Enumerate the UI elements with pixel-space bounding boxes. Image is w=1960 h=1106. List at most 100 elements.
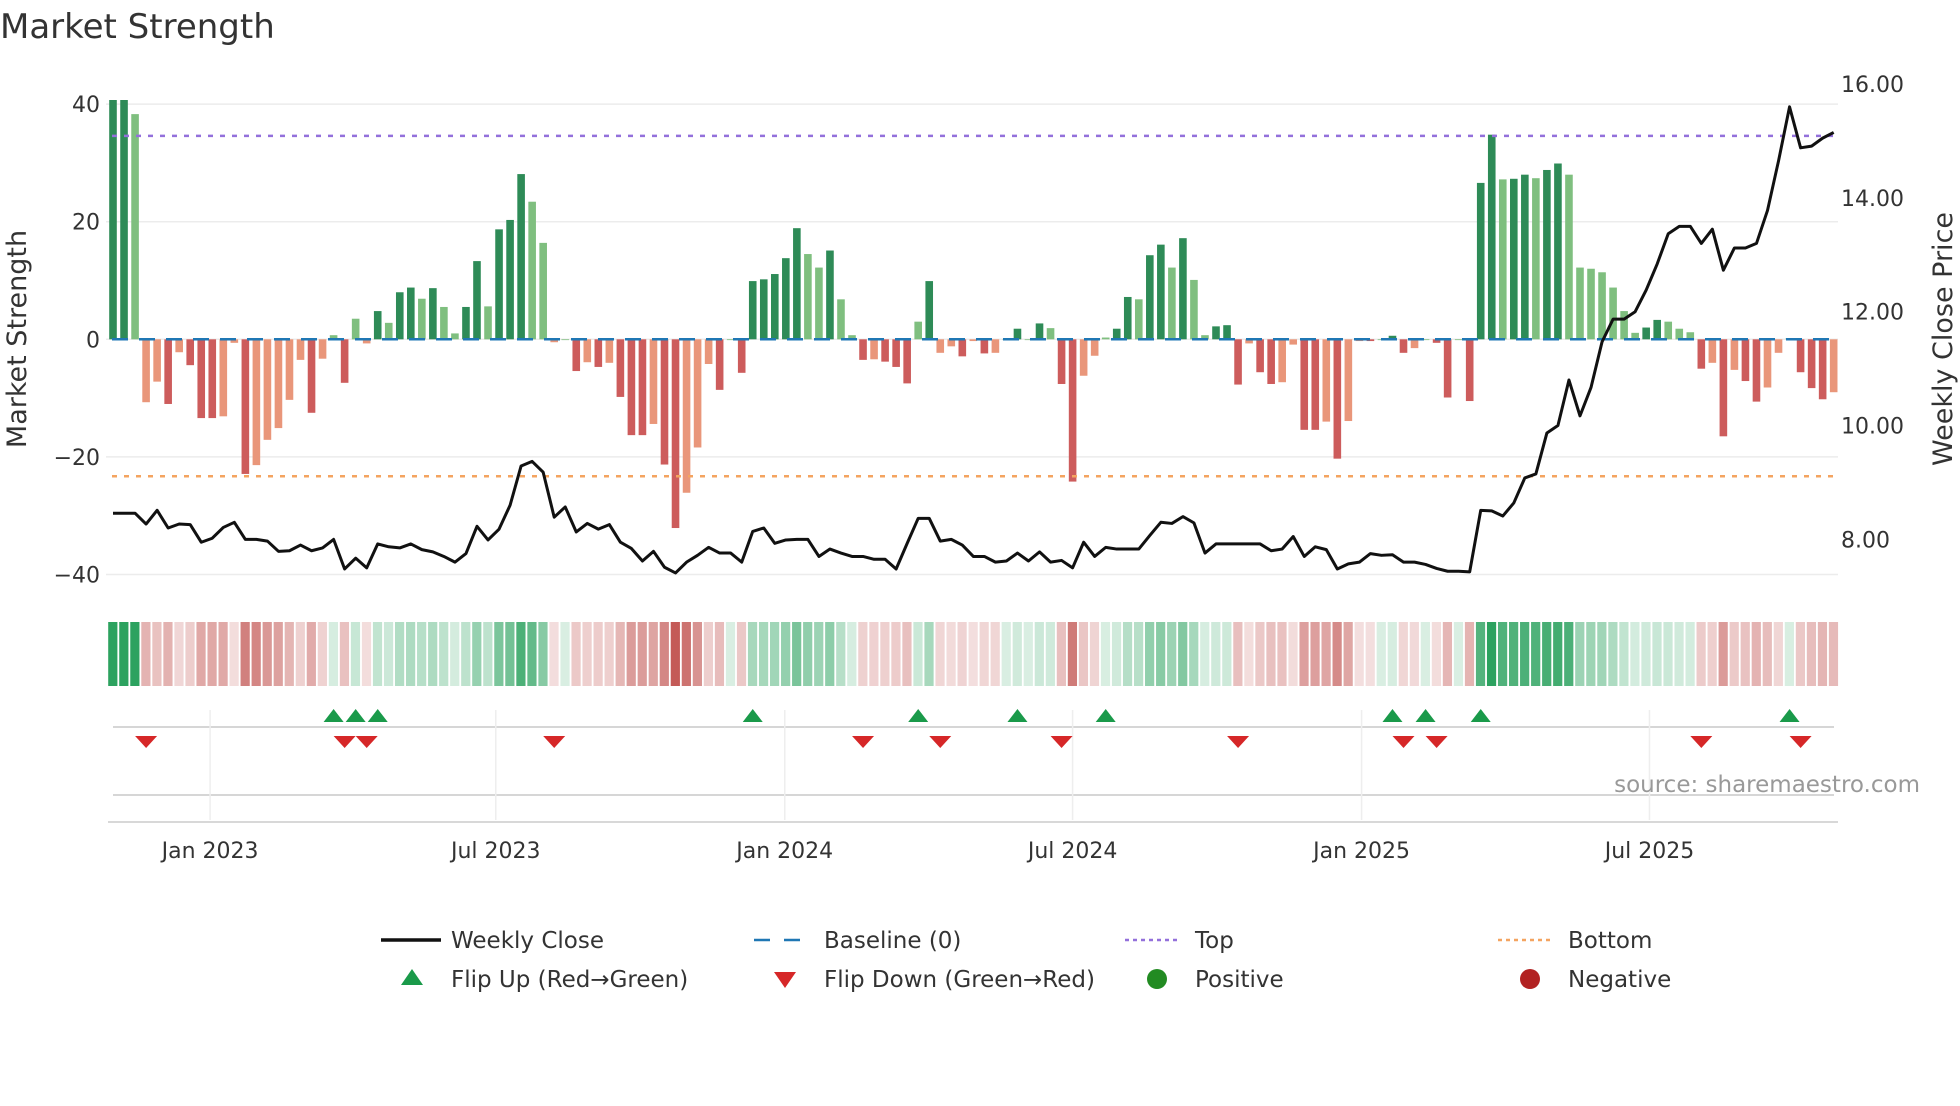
- heatmap-cell: [240, 622, 250, 686]
- heatmap-cell: [1641, 622, 1651, 686]
- strength-bar: [627, 339, 636, 436]
- heatmap-cell: [615, 622, 625, 686]
- heatmap-cell: [1497, 622, 1508, 686]
- strength-bar: [197, 339, 206, 419]
- flip-down-marker: [543, 736, 566, 748]
- heatmap-cell: [461, 622, 471, 686]
- strength-bar: [1443, 339, 1452, 398]
- heatmap-cell: [450, 622, 460, 686]
- heatmap-cell: [372, 622, 383, 686]
- heatmap-cell: [781, 622, 791, 686]
- strength-bar: [1609, 287, 1617, 340]
- heatmap-cell: [130, 622, 140, 686]
- flip-up-marker: [1382, 709, 1403, 722]
- heatmap-cell: [990, 622, 1000, 686]
- strength-bar: [1190, 279, 1198, 340]
- heatmap-cell: [1189, 622, 1199, 686]
- heatmap-cell: [736, 622, 747, 686]
- heatmap-cell: [1387, 622, 1397, 686]
- heatmap-cell: [328, 622, 338, 686]
- heatmap-cell: [924, 622, 934, 686]
- heatmap-cell: [361, 622, 372, 686]
- heatmap-cell: [604, 622, 614, 686]
- strength-bar: [1079, 339, 1088, 376]
- strength-bar: [1168, 267, 1176, 340]
- heatmap-cell: [141, 622, 151, 686]
- heatmap-cell: [1453, 622, 1464, 686]
- strength-bar: [1046, 328, 1055, 340]
- heatmap-cell: [560, 622, 570, 686]
- flip-down-marker: [929, 736, 952, 748]
- strength-bar: [1234, 339, 1242, 385]
- strength-bar: [660, 339, 669, 465]
- y-tick-label: 20: [72, 211, 100, 236]
- heatmap-cell: [725, 622, 736, 686]
- heatmap-cell: [1111, 622, 1122, 686]
- legend-triangle-up-icon: [401, 969, 423, 985]
- heatmap-cell: [1431, 622, 1441, 686]
- strength-bar: [715, 339, 724, 390]
- heatmap-cell: [1277, 622, 1287, 686]
- heatmap-cell: [1773, 622, 1783, 686]
- heatmap-cell: [1817, 622, 1828, 686]
- left-axis-ticks: 40 20 0 −20 −40: [54, 93, 100, 588]
- heatmap-cell: [648, 622, 658, 686]
- heatmap-cell: [1652, 622, 1662, 686]
- heatmap-cell: [913, 622, 923, 686]
- heatmap-cell: [758, 622, 769, 686]
- strength-bar: [1741, 339, 1750, 382]
- strength-bar: [1465, 339, 1474, 402]
- heatmap-cell: [1288, 622, 1298, 686]
- strength-bar: [153, 339, 161, 382]
- heatmap-cell: [1520, 622, 1530, 686]
- heatmap-cell: [1034, 622, 1044, 686]
- y-tick-label: −40: [54, 563, 100, 588]
- heatmap-cell: [1740, 622, 1750, 686]
- heatmap-cell: [847, 622, 857, 686]
- legend-label: Weekly Close: [451, 928, 604, 954]
- strength-bar: [1289, 339, 1298, 345]
- heatmap-cell: [262, 622, 272, 686]
- heatmap-cell: [593, 622, 603, 686]
- strength-bar: [837, 299, 845, 340]
- legend-triangle-down-icon: [774, 972, 796, 988]
- heatmap-cell: [571, 622, 581, 686]
- strength-bar: [1510, 178, 1518, 340]
- strength-bar: [142, 339, 150, 403]
- strength-bar: [462, 306, 470, 340]
- legend: Weekly Close Baseline (0) Top Bottom Flip Up…: [381, 928, 1671, 993]
- heatmap-cell: [229, 622, 239, 686]
- strength-bar: [506, 219, 514, 340]
- flip-down-marker: [1392, 736, 1415, 748]
- heatmap-cell: [1233, 622, 1243, 686]
- strength-bar: [1278, 339, 1286, 383]
- strength-bar: [1576, 267, 1584, 340]
- y-tick-label: 40: [72, 93, 100, 118]
- heatmap-cell: [1067, 622, 1078, 686]
- heatmap-cell: [439, 622, 449, 686]
- strength-bar: [1719, 339, 1728, 437]
- strength-bar: [1223, 325, 1231, 340]
- strength-bar: [219, 339, 228, 417]
- heatmap-cell: [1089, 622, 1100, 686]
- strength-bar: [495, 229, 503, 340]
- strength-bar: [1399, 339, 1408, 353]
- heatmap-cell: [295, 622, 305, 686]
- heatmap-cell: [582, 622, 592, 686]
- heatmap-cell: [1343, 622, 1353, 686]
- heatmap-cell: [626, 622, 636, 686]
- heatmap-cell: [1630, 622, 1640, 686]
- heatmap-cell: [108, 622, 118, 686]
- heatmap-cell: [152, 622, 162, 686]
- heatmap-cell: [869, 622, 879, 686]
- strength-bar: [307, 339, 316, 413]
- strength-bar: [682, 339, 691, 493]
- heatmap-cell: [428, 622, 438, 686]
- heatmap-cell: [1575, 622, 1585, 686]
- heatmap-cell: [1464, 622, 1475, 686]
- heatmap-cell: [825, 622, 835, 686]
- heatmap-cell: [273, 622, 283, 686]
- strength-bar: [1708, 339, 1717, 363]
- heatmap-cell: [1751, 622, 1761, 686]
- strength-bar: [186, 339, 195, 366]
